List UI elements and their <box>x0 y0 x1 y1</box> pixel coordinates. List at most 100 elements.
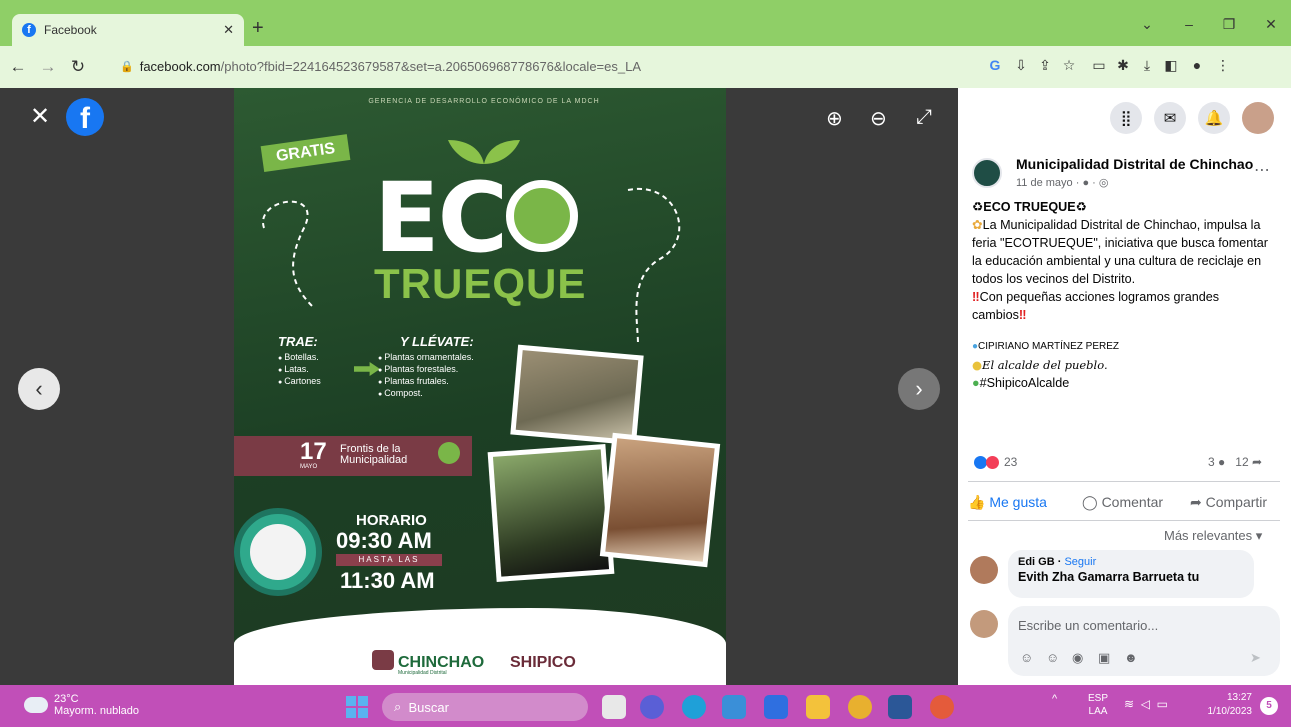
weather-widget[interactable]: 23°C Mayorm. nublado <box>24 693 139 717</box>
follow-link[interactable]: Seguir <box>1064 556 1096 568</box>
chrome-active-icon[interactable] <box>930 695 954 719</box>
commenter-name[interactable]: Edi GB <box>1018 556 1055 568</box>
store-icon[interactable] <box>764 695 788 719</box>
new-tab-button[interactable]: + <box>252 16 264 40</box>
send-icon[interactable]: ➤ <box>1250 650 1261 666</box>
tab-title: Facebook <box>44 23 97 37</box>
minimize-button[interactable]: – <box>1174 16 1204 32</box>
next-photo-button[interactable]: › <box>898 368 940 410</box>
hasta-label: HASTA LAS <box>336 554 442 566</box>
fullscreen-icon[interactable]: ⤢ <box>916 106 932 129</box>
share-page-icon[interactable]: ⇪ <box>1034 57 1056 74</box>
like-button[interactable]: 👍 Me gusta <box>968 494 1047 511</box>
edge-browser-icon[interactable] <box>682 695 706 719</box>
task-view-icon[interactable] <box>602 695 626 719</box>
list-item: Botellas. <box>278 352 321 364</box>
taskbar: 23°C Mayorm. nublado ⌕ Buscar ^ ESP LAA … <box>0 685 1291 727</box>
gif-icon[interactable]: ▣ <box>1098 650 1110 666</box>
alarm-clock-icon <box>234 508 322 596</box>
poster-header: GERENCIA DE DESARROLLO ECONÓMICO DE LA M… <box>368 98 600 105</box>
apps-menu-icon[interactable]: ⣿ <box>1110 102 1142 134</box>
poster-trueque-title: TRUEQUE <box>374 260 587 307</box>
commenter-avatar[interactable] <box>970 556 998 584</box>
share-label: Compartir <box>1205 494 1268 510</box>
mail-icon[interactable] <box>722 695 746 719</box>
like-label: Me gusta <box>989 494 1047 510</box>
page-avatar[interactable] <box>972 158 1002 188</box>
facebook-logo-icon[interactable]: f <box>66 98 104 136</box>
reload-icon[interactable]: ↻ <box>66 57 90 77</box>
divider <box>968 520 1280 521</box>
sort-comments-dropdown[interactable]: Más relevantes ▾ <box>1164 528 1262 544</box>
soil-photo <box>599 432 721 568</box>
poster-footer <box>234 608 726 685</box>
exclamation-icon: ‼ <box>1018 308 1027 322</box>
yellow-circle-icon: ● <box>972 358 983 372</box>
close-viewer-icon[interactable]: ✕ <box>30 102 50 131</box>
my-avatar[interactable] <box>970 610 998 638</box>
camera-icon[interactable]: ◉ <box>1072 650 1083 666</box>
notification-badge[interactable]: 5 <box>1260 697 1278 715</box>
restore-button[interactable]: ❐ <box>1214 16 1244 33</box>
taskbar-search[interactable]: ⌕ Buscar <box>382 693 588 721</box>
notifications-bell-icon[interactable]: 🔔 <box>1198 102 1230 134</box>
tab-search-icon[interactable]: ⌄ <box>1132 16 1162 33</box>
engagement-counts: 3 ● 12 ➦ <box>1208 455 1262 469</box>
zoom-out-icon[interactable]: ⊖ <box>870 106 887 131</box>
chrome-icon[interactable] <box>848 695 872 719</box>
url-host: facebook.com <box>139 58 221 74</box>
forward-icon[interactable]: → <box>36 57 60 77</box>
event-poster: GERENCIA DE DESARROLLO ECONÓMICO DE LA M… <box>234 88 726 685</box>
more-options-icon[interactable]: ⋯ <box>1254 160 1270 180</box>
search-icon: ⌕ <box>394 699 402 714</box>
hashtag[interactable]: #ShipicoAlcalde <box>980 376 1070 390</box>
back-icon[interactable]: ← <box>6 57 30 77</box>
start-button[interactable] <box>346 696 368 718</box>
messenger-icon[interactable]: ✉ <box>1154 102 1186 134</box>
menu-kebab-icon[interactable]: ⋮ <box>1212 57 1234 74</box>
signature-line: ●CIPIRIANO MARTÍNEZ PEREZ <box>972 338 1272 356</box>
signature-tag-line: ●El alcalde del pueblo. <box>972 356 1272 374</box>
post-date[interactable]: 11 de mayo · ● · ◎ <box>1016 176 1108 189</box>
zoom-in-icon[interactable]: ⊕ <box>826 106 843 131</box>
language-indicator[interactable]: ESP LAA <box>1088 692 1108 718</box>
sticker-icon[interactable]: ☻ <box>1124 650 1138 665</box>
taskbar-clock[interactable]: 13:27 1/10/2023 <box>1200 691 1253 719</box>
profile-avatar-icon[interactable]: ● <box>1186 57 1208 73</box>
share-button[interactable]: ➦ Compartir <box>1190 494 1267 511</box>
tray-overflow-icon[interactable]: ^ <box>1052 693 1057 705</box>
puzzle-icon[interactable]: ✱ <box>1112 57 1134 74</box>
browser-tab[interactable]: f Facebook ✕ <box>12 14 244 46</box>
previous-photo-button[interactable]: ‹ <box>18 368 60 410</box>
teams-chat-icon[interactable] <box>640 695 664 719</box>
love-reaction-icon <box>986 456 999 469</box>
sidepanel-icon[interactable]: ◧ <box>1160 57 1182 74</box>
bookmark-star-icon[interactable]: ☆ <box>1058 57 1080 74</box>
event-day: 17 <box>300 438 327 465</box>
account-avatar[interactable] <box>1242 102 1274 134</box>
address-bar[interactable]: 🔒 facebook.com /photo?fbid=2241645236795… <box>110 52 970 80</box>
close-tab-icon[interactable]: ✕ <box>223 22 234 38</box>
seedling-photo <box>487 444 615 582</box>
avatar-sticker-icon[interactable]: ☺ <box>1020 650 1033 665</box>
clock-date: 1/10/2023 <box>1207 706 1253 717</box>
emoji-icon[interactable]: ☺ <box>1046 650 1059 665</box>
hashtag-line: ●#ShipicoAlcalde <box>972 374 1272 392</box>
install-icon[interactable]: ⇩ <box>1010 57 1032 74</box>
comment-button[interactable]: ◯ Comentar <box>1082 494 1163 511</box>
chinchao-seal-icon <box>372 650 394 670</box>
word-icon[interactable] <box>888 695 912 719</box>
extension-icon[interactable]: ▭ <box>1088 57 1110 74</box>
download-icon[interactable]: ⤓ <box>1136 57 1158 74</box>
file-explorer-icon[interactable] <box>806 695 830 719</box>
signature-tag: El alcalde del pueblo. <box>982 358 1108 372</box>
reaction-count[interactable]: 23 <box>1004 455 1017 469</box>
tray-icons[interactable]: ≋ ◁ ▭ <box>1124 697 1168 711</box>
google-icon[interactable]: G <box>984 57 1006 73</box>
comments-count[interactable]: 3 <box>1208 455 1215 469</box>
page-name[interactable]: Municipalidad Distrital de Chinchao <box>1016 156 1253 172</box>
list-item: Cartones <box>278 376 321 388</box>
shares-count[interactable]: 12 <box>1235 455 1248 469</box>
comment-input[interactable] <box>1008 606 1280 676</box>
close-window-button[interactable]: ✕ <box>1256 16 1286 33</box>
